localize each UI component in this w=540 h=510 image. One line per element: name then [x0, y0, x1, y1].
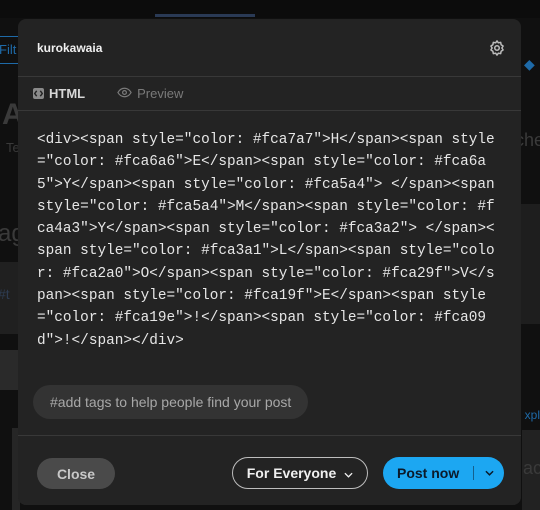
editor-tabs: HTML Preview [18, 77, 521, 111]
close-button[interactable]: Close [37, 458, 115, 489]
tab-html[interactable]: HTML [33, 86, 85, 101]
eye-icon [117, 86, 132, 101]
background-top-bar [0, 0, 540, 18]
post-now-button[interactable]: Post now [383, 457, 504, 489]
background-image [0, 350, 18, 390]
username[interactable]: kurokawaia [37, 41, 102, 55]
modal-footer: Close For Everyone Post now [18, 435, 521, 505]
background-label: ac [522, 458, 540, 478]
chevron-down-icon [344, 465, 353, 481]
background-link: xpl [524, 408, 540, 422]
button-divider [473, 466, 474, 480]
pin-icon: ◆ [524, 56, 535, 72]
tags-input[interactable]: #add tags to help people find your post [33, 385, 309, 419]
chevron-down-icon[interactable] [474, 470, 504, 476]
background-hashtag: #t [0, 286, 10, 302]
tab-preview-label: Preview [137, 86, 184, 101]
tab-preview[interactable]: Preview [117, 86, 183, 101]
audience-dropdown[interactable]: For Everyone [232, 457, 368, 489]
post-now-label: Post now [397, 465, 460, 481]
background-image [520, 204, 540, 324]
modal-header: kurokawaia [18, 19, 521, 77]
html-code-editor[interactable]: <div><span style="color: #fca7a7">H</spa… [18, 111, 521, 373]
background-tab-indicator [155, 14, 255, 17]
gear-icon[interactable] [487, 38, 507, 58]
audience-label: For Everyone [246, 465, 337, 481]
html-icon [33, 88, 44, 99]
post-editor-modal: kurokawaia HTML Preview <div><span style… [18, 19, 521, 505]
tab-html-label: HTML [49, 86, 86, 101]
